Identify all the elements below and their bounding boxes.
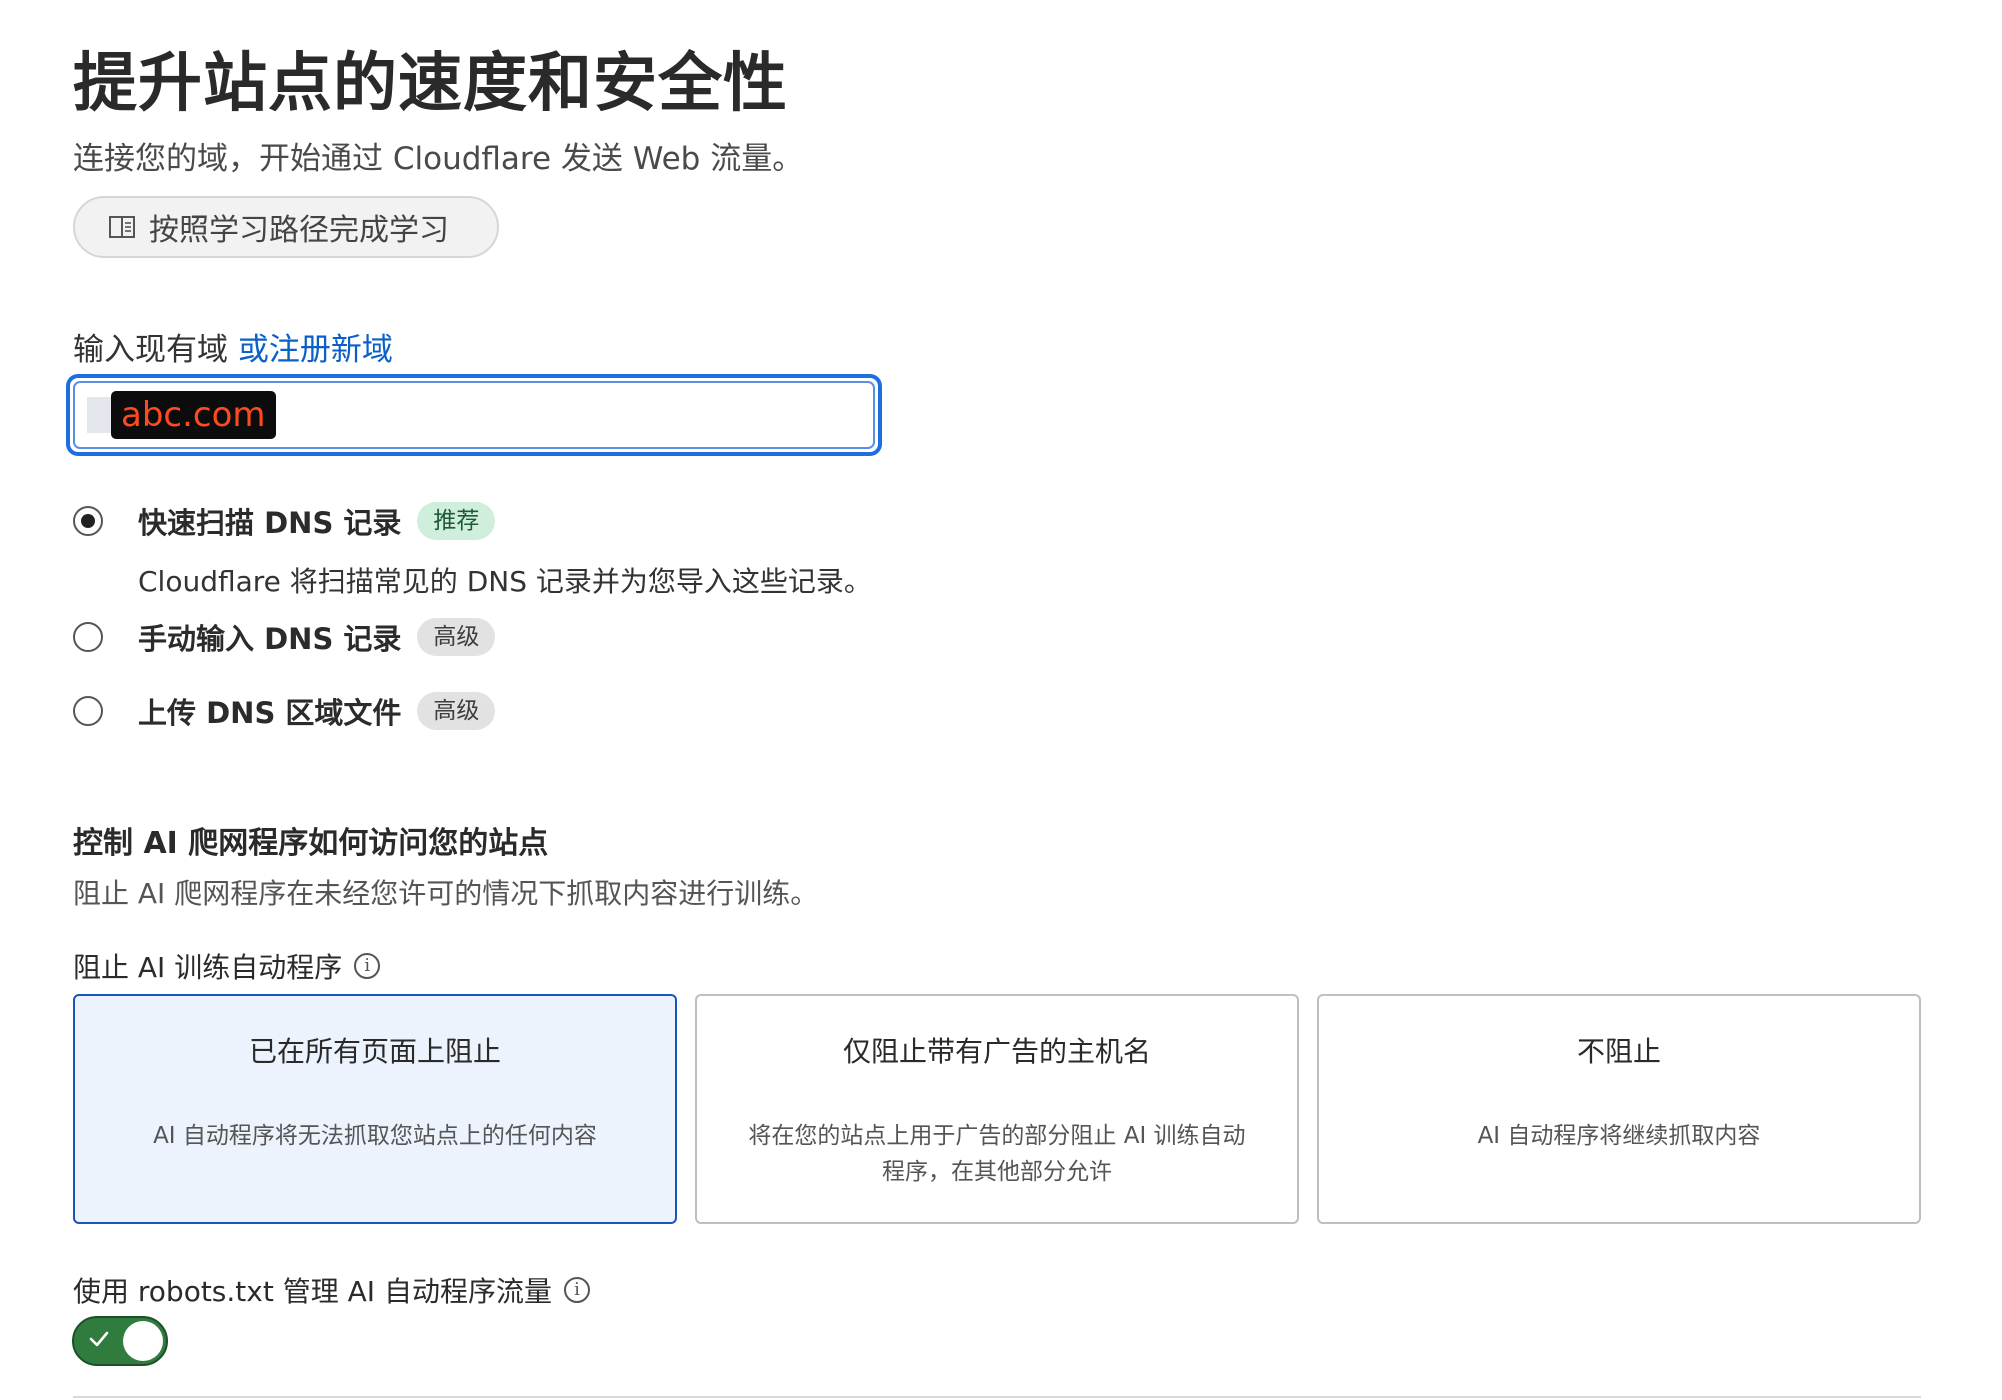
page-subtitle: 连接您的域，开始通过 Cloudflare 发送 Web 流量。 xyxy=(73,141,804,177)
domain-label-text: 输入现有域 xyxy=(73,332,228,368)
info-icon[interactable]: i xyxy=(563,1277,590,1303)
learning-path-button[interactable]: 按照学习路径完成学习 xyxy=(73,196,499,258)
option-title: 仅阻止带有广告的主机名 xyxy=(842,1035,1151,1068)
option-block-all-pages[interactable]: 已在所有页面上阻止 AI 自动程序将无法抓取您站点上的任何内容 xyxy=(73,994,677,1224)
dns-option-label: 快速扫描 DNS 记录 xyxy=(138,506,402,540)
info-icon[interactable]: i xyxy=(354,953,381,979)
option-block-ad-hostnames[interactable]: 仅阻止带有广告的主机名 将在您的站点上用于广告的部分阻止 AI 训练自动程序，在… xyxy=(695,994,1299,1224)
option-title: 已在所有页面上阻止 xyxy=(248,1035,501,1068)
option-description: 将在您的站点上用于广告的部分阻止 AI 训练自动程序，在其他部分允许 xyxy=(748,1123,1246,1185)
book-open-icon xyxy=(107,212,137,242)
register-new-domain-link[interactable]: 或注册新域 xyxy=(238,332,393,368)
robots-txt-label-text: 使用 robots.txt 管理 AI 自动程序流量 xyxy=(73,1275,552,1308)
advanced-badge: 高级 xyxy=(417,618,496,656)
toggle-knob xyxy=(123,1321,163,1361)
domain-input-value: abc.com xyxy=(111,391,276,439)
radio-manual-entry[interactable] xyxy=(73,622,103,652)
dns-option-manual[interactable]: 手动输入 DNS 记录 高级 xyxy=(73,616,496,658)
radio-upload-zone-file[interactable] xyxy=(73,696,103,726)
domain-input[interactable]: abc.com xyxy=(66,374,882,456)
recommended-badge: 推荐 xyxy=(417,502,496,540)
input-selection-marker xyxy=(87,397,111,433)
page-title: 提升站点的速度和安全性 xyxy=(73,47,788,121)
dns-option-description: Cloudflare 将扫描常见的 DNS 记录并为您导入这些记录。 xyxy=(138,565,872,598)
dns-option-label: 手动输入 DNS 记录 xyxy=(138,622,402,656)
option-do-not-block[interactable]: 不阻止 AI 自动程序将继续抓取内容 xyxy=(1317,994,1921,1224)
robots-txt-label: 使用 robots.txt 管理 AI 自动程序流量 i xyxy=(73,1270,590,1310)
ai-crawler-section-title: 控制 AI 爬网程序如何访问您的站点 xyxy=(73,826,549,861)
learning-path-button-label: 按照学习路径完成学习 xyxy=(149,213,449,248)
dns-option-quick-scan[interactable]: 快速扫描 DNS 记录 推荐 xyxy=(73,500,496,542)
radio-quick-scan[interactable] xyxy=(73,506,103,536)
block-ai-bots-label-text: 阻止 AI 训练自动程序 xyxy=(73,951,343,984)
ai-crawler-section-description: 阻止 AI 爬网程序在未经您许可的情况下抓取内容进行训练。 xyxy=(73,877,819,910)
dns-option-label: 上传 DNS 区域文件 xyxy=(138,696,402,730)
section-divider xyxy=(73,1396,1921,1398)
block-ai-bots-label: 阻止 AI 训练自动程序 i xyxy=(73,946,381,986)
option-title: 不阻止 xyxy=(1576,1035,1661,1068)
ai-block-options: 已在所有页面上阻止 AI 自动程序将无法抓取您站点上的任何内容 仅阻止带有广告的… xyxy=(73,994,1921,1224)
option-description: AI 自动程序将无法抓取您站点上的任何内容 xyxy=(153,1123,597,1149)
domain-field-label: 输入现有域 或注册新域 xyxy=(73,324,393,369)
domain-input-field[interactable]: abc.com xyxy=(73,381,875,449)
robots-txt-toggle[interactable] xyxy=(72,1316,168,1366)
check-icon xyxy=(89,1331,109,1347)
advanced-badge: 高级 xyxy=(417,692,496,730)
dns-option-upload-zone[interactable]: 上传 DNS 区域文件 高级 xyxy=(73,690,496,732)
option-description: AI 自动程序将继续抓取内容 xyxy=(1477,1123,1761,1149)
